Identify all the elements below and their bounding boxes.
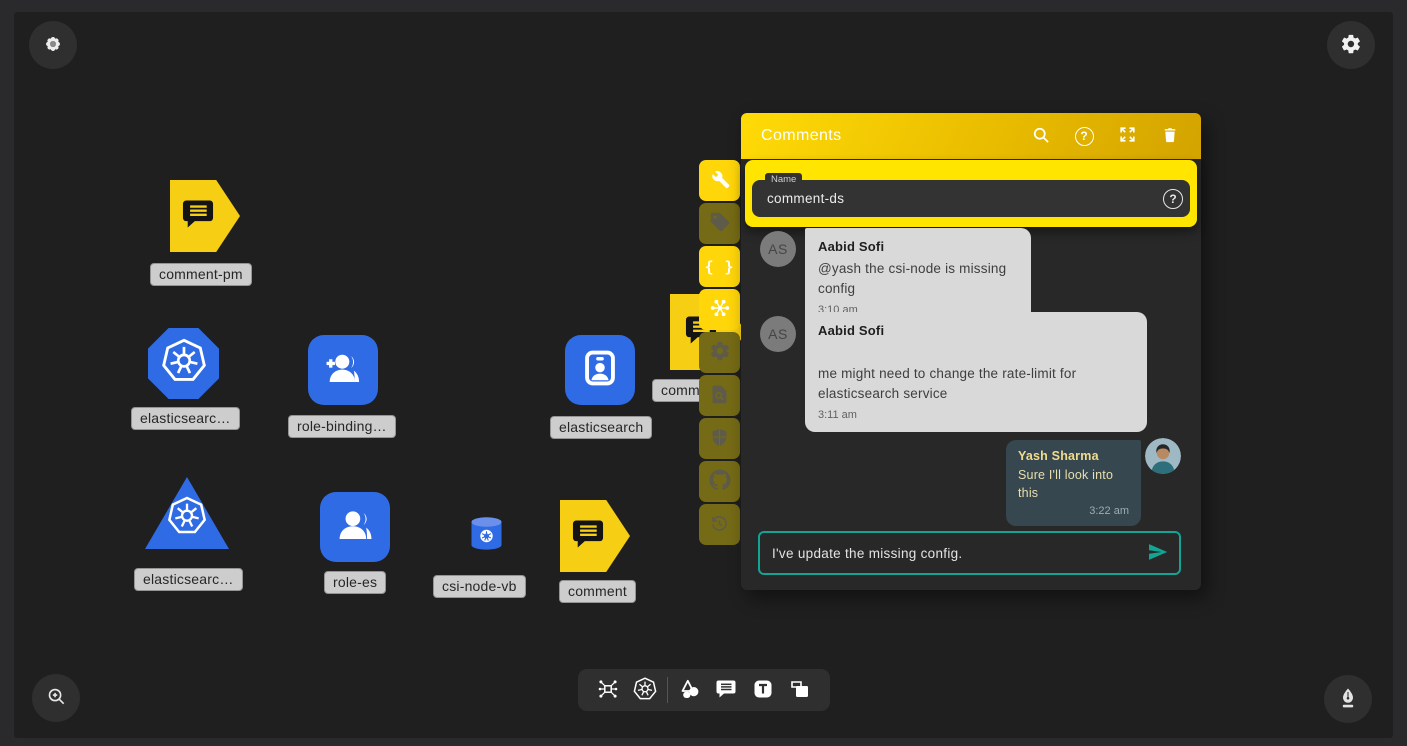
app-frame: comment-pm elasticsearc… role-bindin xyxy=(0,0,1407,746)
text-tool-button[interactable] xyxy=(748,675,778,705)
avatar-initials: AS xyxy=(768,326,788,342)
avatar: AS xyxy=(760,231,796,267)
flower-icon xyxy=(42,33,64,58)
trash-icon xyxy=(1161,125,1179,148)
wrench-icon xyxy=(709,168,731,193)
preview-button[interactable] xyxy=(699,375,740,416)
comment-tool-button[interactable] xyxy=(711,675,741,705)
delete-comment-button[interactable] xyxy=(1159,125,1181,147)
toolbar-divider xyxy=(667,677,668,703)
hub-icon xyxy=(708,296,732,323)
search-comments-button[interactable] xyxy=(1030,125,1052,147)
relationships-button[interactable] xyxy=(699,289,740,330)
node-label: csi-node-vb xyxy=(433,575,526,598)
comments-panel-header[interactable]: Comments ? xyxy=(741,113,1201,159)
note-tool-button[interactable] xyxy=(785,675,815,705)
help-icon: ? xyxy=(1075,127,1094,146)
tags-button[interactable] xyxy=(699,203,740,244)
kubernetes-components-button[interactable] xyxy=(630,675,660,705)
code-button[interactable]: { } xyxy=(699,246,740,287)
comment-composer xyxy=(758,531,1181,575)
message-text: Sure I'll look into this xyxy=(1018,466,1129,502)
send-icon xyxy=(1147,541,1169,566)
github-button[interactable] xyxy=(699,461,740,502)
braces-icon: { } xyxy=(704,258,734,276)
node-label: comment xyxy=(559,580,636,603)
settings-button[interactable] xyxy=(1327,21,1375,69)
message-time: 3:22 am xyxy=(1018,505,1129,517)
history-button[interactable] xyxy=(699,504,740,545)
comment-input[interactable] xyxy=(760,546,1147,561)
node-settings-button[interactable] xyxy=(699,332,740,373)
storage-cylinder-icon xyxy=(470,516,503,556)
comments-panel: Comments ? Name ? A xyxy=(741,113,1201,590)
security-button[interactable] xyxy=(699,418,740,459)
doc-search-icon xyxy=(709,384,730,408)
avatar-initials: AS xyxy=(768,241,788,257)
pen-nib-icon xyxy=(1336,686,1360,713)
gear-icon xyxy=(709,340,731,365)
comment-bubble-icon xyxy=(569,515,607,558)
message-author: Aabid Sofi xyxy=(818,239,1018,254)
field-help-icon[interactable]: ? xyxy=(1163,189,1183,209)
configure-button[interactable] xyxy=(699,160,740,201)
expand-panel-button[interactable] xyxy=(1116,125,1138,147)
send-button[interactable] xyxy=(1147,541,1179,566)
kubernetes-icon xyxy=(167,496,207,541)
node-role-es[interactable] xyxy=(320,492,390,562)
search-icon xyxy=(1031,125,1051,148)
kubernetes-icon xyxy=(633,677,657,704)
name-input[interactable] xyxy=(752,180,1190,217)
avatar: AS xyxy=(760,316,796,352)
node-label: role-es xyxy=(324,571,386,594)
avatar-photo xyxy=(1145,438,1181,474)
note-icon xyxy=(788,677,812,704)
message-time: 3:11 am xyxy=(818,409,1134,421)
tag-icon xyxy=(709,211,731,236)
shapes-icon xyxy=(678,677,702,704)
gear-icon xyxy=(1340,33,1362,58)
github-icon xyxy=(709,469,731,494)
history-icon xyxy=(709,513,730,537)
component-browser-button[interactable] xyxy=(593,675,623,705)
message-author: Aabid Sofi xyxy=(818,323,1134,338)
message-text: @yash the csi-node is missing config xyxy=(818,259,1018,298)
message-text: me might need to change the rate-limit f… xyxy=(818,364,1134,403)
shape-toolbar xyxy=(578,669,830,711)
role-icon xyxy=(334,504,376,551)
shapes-button[interactable] xyxy=(675,675,705,705)
node-label: elasticsearc… xyxy=(134,568,243,591)
zoom-in-icon xyxy=(45,685,68,711)
node-elasticsearch-octagon[interactable] xyxy=(148,328,219,399)
node-label: elasticsearch xyxy=(550,416,652,439)
component-graph-icon xyxy=(596,677,620,704)
panel-help-button[interactable]: ? xyxy=(1073,125,1095,147)
name-field-wrap: Name ? xyxy=(745,160,1197,227)
chat-message: Aabid Sofi me might need to change the r… xyxy=(805,312,1147,432)
zoom-button[interactable] xyxy=(32,674,80,722)
comment-bubble-icon xyxy=(714,677,738,704)
name-field-label: Name xyxy=(765,173,802,187)
node-csi-node-vb[interactable] xyxy=(470,518,503,553)
message-author: Yash Sharma xyxy=(1018,449,1129,463)
shield-icon xyxy=(709,427,730,451)
node-label: comment-pm xyxy=(150,263,252,286)
role-binding-icon xyxy=(322,347,364,394)
node-elasticsearch-serviceaccount[interactable] xyxy=(565,335,635,405)
chat-message-own: Yash Sharma Sure I'll look into this 3:2… xyxy=(1006,440,1141,526)
service-account-icon xyxy=(579,347,621,394)
node-label: elasticsearc… xyxy=(131,407,240,430)
expand-icon xyxy=(1118,125,1137,147)
text-icon xyxy=(751,677,775,704)
kubernetes-icon xyxy=(161,338,207,389)
app-menu-button[interactable] xyxy=(29,21,77,69)
pen-tool-button[interactable] xyxy=(1324,675,1372,723)
node-role-binding[interactable] xyxy=(308,335,378,405)
comment-bubble-icon xyxy=(179,195,217,238)
node-action-toolbar: { } xyxy=(699,160,740,547)
panel-title: Comments xyxy=(761,127,842,145)
node-label: role-binding… xyxy=(288,415,396,438)
